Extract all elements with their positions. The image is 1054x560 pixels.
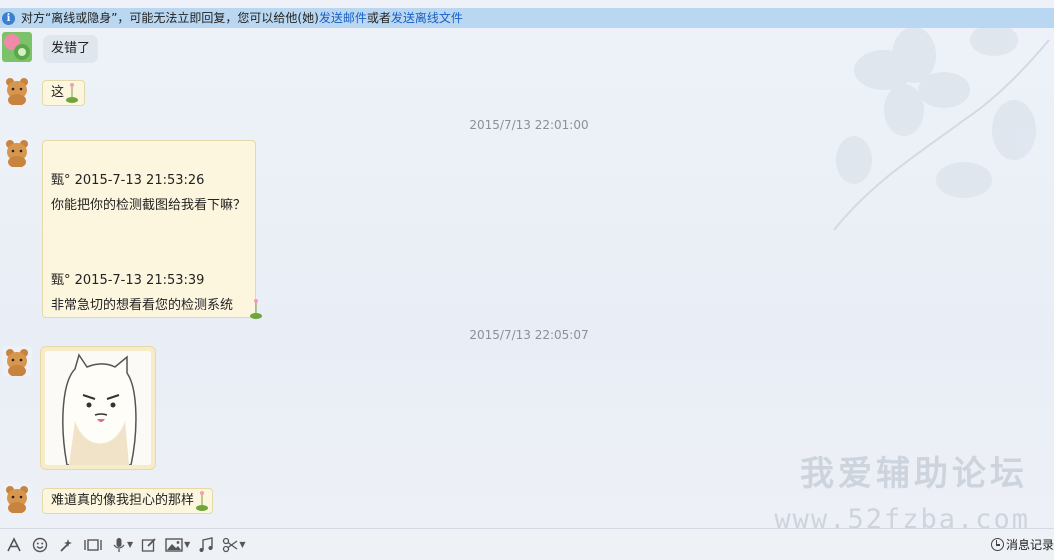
message-history-button[interactable]: 消息记录	[990, 529, 1054, 560]
send-offline-file-link[interactable]: 发送离线文件	[391, 8, 463, 28]
contact-avatar[interactable]	[2, 32, 32, 62]
screenshot-icon[interactable]	[84, 534, 102, 556]
message-text: 难道真的像我担心的那样	[51, 493, 195, 508]
notice-middle-text: 或者	[366, 11, 391, 25]
chevron-down-icon[interactable]: ▼	[239, 540, 245, 549]
forwarded-header: 甄° 2015-7-13 21:53:26	[51, 173, 205, 188]
forwarded-body: 你能把你的检测截图给我看下嘛？	[51, 198, 247, 213]
bubble-sprig-decoration	[66, 83, 78, 103]
emoji-icon[interactable]	[32, 534, 48, 556]
offline-notice-bar: i 对方“离线或隐身”，可能无法立即回复，您可以给他(她) 发送邮件 或者 发送…	[0, 8, 1054, 28]
chevron-down-icon[interactable]: ▼	[127, 540, 133, 549]
send-email-link[interactable]: 发送邮件	[319, 8, 367, 28]
scissors-icon[interactable]: ▼	[222, 534, 245, 556]
self-avatar[interactable]	[2, 483, 32, 513]
chevron-down-icon[interactable]: ▼	[184, 540, 190, 549]
forwarded-header: 甄° 2015-7-13 21:53:39	[51, 273, 205, 288]
info-icon: i	[2, 11, 15, 25]
watermark-title: 我爱辅助论坛	[800, 454, 1028, 494]
self-avatar[interactable]	[2, 346, 32, 376]
magic-icon[interactable]	[58, 534, 74, 556]
message-bubble: 发错了	[43, 35, 99, 63]
notice-text: 对方“离线或隐身”，可能无法立即回复，您可以给他(她)	[21, 11, 319, 25]
edit-icon[interactable]	[141, 534, 157, 556]
input-toolbar: ▼ ▼ ▼ 消息记录	[0, 528, 1054, 560]
bubble-sprig-decoration	[250, 299, 262, 319]
forwarded-body: 非常急切的想看看您的检测系统	[51, 298, 234, 313]
sticker-message[interactable]	[40, 346, 156, 470]
self-avatar[interactable]	[2, 75, 32, 105]
mic-icon[interactable]: ▼	[112, 534, 133, 556]
timestamp: 2015/7/13 22:01:00	[469, 118, 589, 132]
timestamp: 2015/7/13 22:05:07	[469, 328, 589, 342]
forwarded-message-bubble: 甄° 2015-7-13 21:53:26 你能把你的检测截图给我看下嘛？ 甄°…	[42, 140, 256, 318]
message-bubble: 难道真的像我担心的那样	[42, 488, 214, 514]
clock-icon	[990, 538, 1004, 551]
image-icon[interactable]: ▼	[165, 534, 190, 556]
bubble-sprig-decoration	[196, 491, 208, 511]
font-icon[interactable]	[6, 534, 22, 556]
message-text: 发错了	[51, 41, 91, 56]
message-history-label: 消息记录	[1005, 538, 1054, 552]
message-text: 这	[51, 85, 65, 100]
self-avatar[interactable]	[2, 137, 32, 167]
music-icon[interactable]	[198, 534, 214, 556]
alpaca-sticker-image	[45, 351, 151, 465]
